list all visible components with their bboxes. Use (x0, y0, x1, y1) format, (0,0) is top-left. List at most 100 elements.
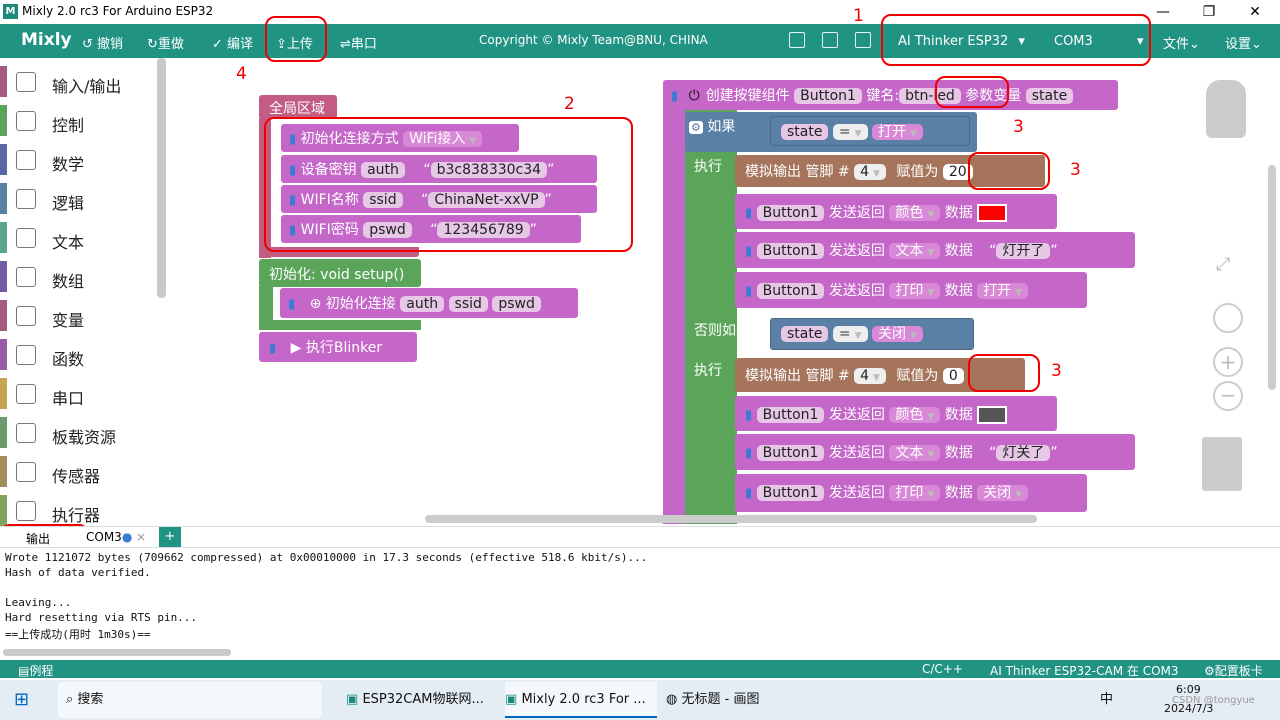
category-icon (16, 189, 36, 209)
workspace-vscrollbar[interactable] (1268, 165, 1276, 390)
text-field-off[interactable]: 灯关了 (996, 445, 1051, 461)
recenter-icon[interactable] (1213, 303, 1243, 333)
sidebar-item[interactable]: 数学 (0, 140, 160, 179)
type-dropdown[interactable]: 颜色 ▼ (889, 407, 941, 423)
zoom-in-icon[interactable]: + (1213, 347, 1243, 377)
taskbar-app-1[interactable]: ▣ ESP32CAM物联网... (346, 682, 498, 718)
button-ref[interactable]: Button1 (756, 283, 825, 299)
global-area-block[interactable]: 全局区域 (259, 95, 337, 119)
serial-button[interactable]: ⇌串口 (340, 33, 377, 52)
sidebar-item[interactable]: 变量 (0, 296, 160, 335)
off-dropdown[interactable]: 关闭 ▼ (872, 326, 923, 342)
send-print-block-on[interactable]: ▮ Button1 发送返回 打印 ▼ 数据 打开 ▼ (735, 272, 1087, 308)
code-view-icon[interactable] (855, 32, 871, 48)
trash-icon[interactable] (1202, 437, 1242, 491)
auth-arg[interactable]: auth (400, 296, 445, 312)
search-box[interactable]: ⌕ 搜索 (58, 682, 322, 718)
create-button-block[interactable]: ▮ ⏻ 创建按键组件 Button1 键名: btn-led 参数变量 state (663, 80, 1118, 110)
send-color-block-off[interactable]: ▮ Button1 发送返回 颜色 ▼ 数据 (735, 396, 1057, 431)
sidebar-item[interactable]: 板载资源 (0, 413, 160, 452)
on-dropdown[interactable]: 打开 ▼ (872, 124, 923, 140)
taskbar-app-2[interactable]: ▣ Mixly 2.0 rc3 For ... (505, 682, 657, 718)
button-ref[interactable]: Button1 (756, 407, 825, 423)
param-var-field[interactable]: state (1025, 88, 1074, 104)
sidebar-item-label: 板载资源 (52, 428, 117, 447)
examples-button[interactable]: ▤例程 (18, 662, 53, 679)
off-dropdown[interactable]: 关闭 ▼ (977, 485, 1029, 501)
annotation-box-2 (264, 117, 633, 252)
settings-menu[interactable]: 设置⌄ (1225, 33, 1262, 52)
compare-block-on[interactable]: state = ▼ 打开 ▼ (770, 116, 970, 146)
ime-indicator[interactable]: 中 (1100, 682, 1120, 718)
eq-dropdown[interactable]: = ▼ (832, 124, 868, 140)
windows-start-icon[interactable]: ⊞ (14, 690, 34, 710)
category-icon (16, 72, 36, 92)
button-ref[interactable]: Button1 (756, 205, 825, 221)
bulb-icon: ▮ (745, 408, 753, 423)
run-blinker-block[interactable]: ▮ ▶ 执行Blinker (259, 332, 417, 362)
color-swatch-on[interactable] (977, 204, 1008, 222)
sidebar-item[interactable]: 传感器 (0, 452, 160, 491)
button-ref[interactable]: Button1 (756, 485, 825, 501)
taskbar-app-3[interactable]: ◍ 无标题 - 画图 (666, 682, 806, 718)
state-var[interactable]: state (781, 124, 829, 140)
tab-output[interactable]: 输出 (26, 530, 50, 547)
sidebar-item[interactable]: 控制 (0, 101, 160, 140)
language-indicator[interactable]: C/C++ (922, 662, 963, 676)
sidebar-scrollbar[interactable] (157, 58, 166, 298)
color-swatch-off[interactable] (977, 406, 1008, 424)
pin-dropdown[interactable]: 4 ▼ (854, 368, 886, 384)
type-dropdown[interactable]: 文本 ▼ (889, 243, 941, 259)
fullscreen-icon[interactable]: ⤢ (1216, 254, 1230, 275)
sidebar-item[interactable]: 文本 (0, 218, 160, 257)
send-back-label: 发送返回 (828, 243, 885, 259)
text-field-on[interactable]: 灯开了 (996, 243, 1051, 259)
send-back-label: 发送返回 (828, 205, 885, 221)
add-tab-icon[interactable]: + (159, 527, 181, 547)
type-dropdown[interactable]: 文本 ▼ (889, 445, 941, 461)
type-dropdown[interactable]: 颜色 ▼ (889, 205, 941, 221)
eq-dropdown[interactable]: = ▼ (832, 326, 868, 342)
value-field-off[interactable]: 0 (942, 368, 964, 384)
button-name-field[interactable]: Button1 (794, 88, 862, 104)
compare-block-off[interactable]: state = ▼ 关闭 ▼ (770, 318, 974, 350)
redo-button[interactable]: ↻重做 (147, 33, 184, 52)
ssid-arg[interactable]: ssid (448, 296, 488, 312)
type-dropdown[interactable]: 打印 ▼ (889, 485, 941, 501)
sidebar-item[interactable]: 函数 (0, 335, 160, 374)
config-board-button[interactable]: ⚙配置板卡 (1204, 662, 1263, 679)
gear-icon[interactable]: ⚙ (689, 121, 703, 134)
maximize-icon[interactable]: ❐ (1186, 2, 1232, 22)
workspace-hscrollbar[interactable] (425, 515, 1037, 523)
sidebar-item[interactable]: 逻辑 (0, 179, 160, 218)
pswd-arg[interactable]: pswd (492, 296, 541, 312)
type-dropdown[interactable]: 打印 ▼ (889, 283, 941, 299)
sidebar-item[interactable]: 数组 (0, 257, 160, 296)
category-color-bar (0, 339, 7, 370)
button-ref[interactable]: Button1 (756, 445, 825, 461)
send-color-block-on[interactable]: ▮ Button1 发送返回 颜色 ▼ 数据 (735, 194, 1057, 229)
pin-dropdown[interactable]: 4 ▼ (854, 164, 886, 180)
compile-button[interactable]: ✓ 编译 (212, 33, 253, 52)
console-hscrollbar[interactable] (3, 649, 231, 656)
backpack-icon[interactable] (1206, 80, 1246, 138)
serial-label: 串口 (350, 37, 377, 52)
sidebar-item[interactable]: 串口 (0, 374, 160, 413)
setup-block[interactable]: 初始化: void setup() (259, 259, 421, 287)
zoom-out-icon[interactable]: − (1213, 381, 1243, 411)
file-menu[interactable]: 文件⌄ (1163, 33, 1200, 52)
send-print-block-off[interactable]: ▮ Button1 发送返回 打印 ▼ 数据 关闭 ▼ (735, 474, 1087, 512)
close-icon[interactable]: × (136, 530, 146, 544)
tab-com3[interactable]: COM3● × (86, 530, 146, 544)
init-connect-block[interactable]: ▮ ⊕ 初始化连接 auth ssid pswd (280, 288, 578, 318)
save-icon[interactable] (789, 32, 805, 48)
on-dropdown[interactable]: 打开 ▼ (977, 283, 1029, 299)
sidebar-item[interactable]: 输入/输出 (0, 62, 160, 101)
state-var[interactable]: state (781, 326, 829, 342)
send-text-block-off[interactable]: ▮ Button1 发送返回 文本 ▼ 数据 “灯关了” (735, 434, 1135, 470)
button-ref[interactable]: Button1 (756, 243, 825, 259)
close-icon[interactable]: ✕ (1232, 2, 1278, 22)
split-view-icon[interactable] (822, 32, 838, 48)
send-text-block-on[interactable]: ▮ Button1 发送返回 文本 ▼ 数据 “灯开了” (735, 232, 1135, 268)
undo-button[interactable]: ↺ 撤销 (82, 33, 123, 52)
